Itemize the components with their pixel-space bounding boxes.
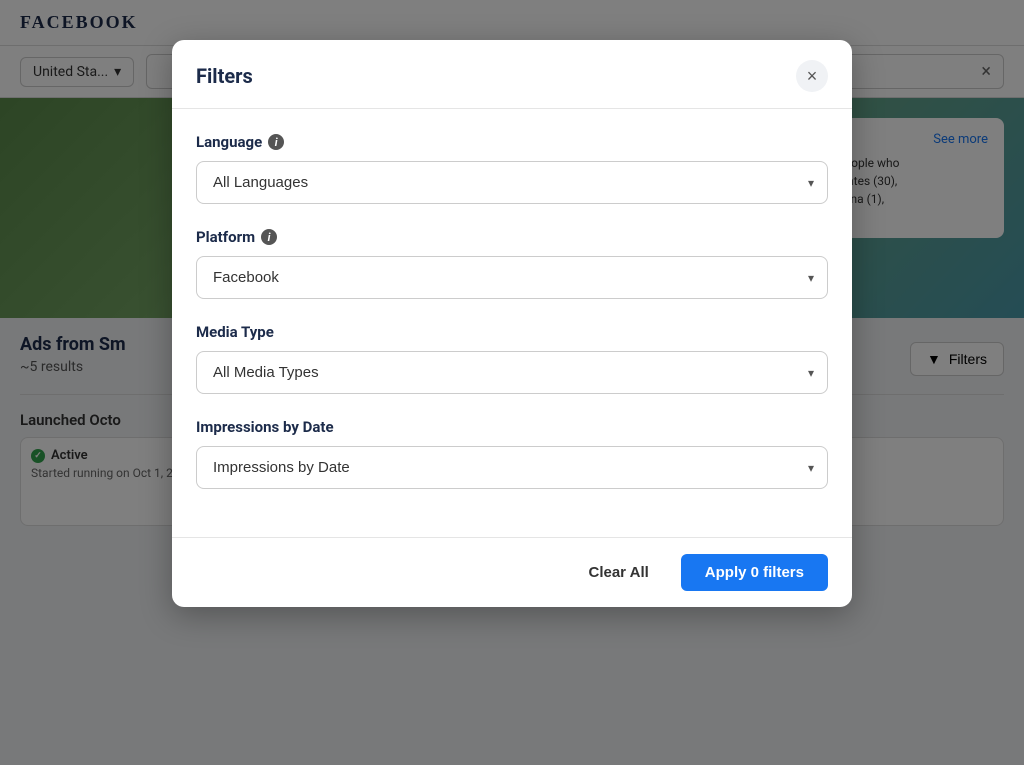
media-type-select[interactable]: All Media Types Image Video Carousel Col… <box>196 351 828 394</box>
media-type-select-wrapper: All Media Types Image Video Carousel Col… <box>196 351 828 394</box>
modal-footer: Clear All Apply 0 filters <box>172 537 852 607</box>
modal-header: Filters × <box>172 40 852 109</box>
filters-modal: Filters × Language i All Languages Engli… <box>172 40 852 607</box>
impressions-filter-section: Impressions by Date Impressions by Date … <box>196 418 828 489</box>
clear-all-button[interactable]: Clear All <box>568 554 668 591</box>
modal-overlay: Filters × Language i All Languages Engli… <box>0 0 1024 765</box>
platform-select-wrapper: Facebook Instagram Messenger Audience Ne… <box>196 256 828 299</box>
language-label: Language i <box>196 133 828 151</box>
impressions-label: Impressions by Date <box>196 418 828 436</box>
impressions-select[interactable]: Impressions by Date Last 7 days Last 30 … <box>196 446 828 489</box>
modal-body: Language i All Languages English Spanish… <box>172 109 852 537</box>
modal-close-button[interactable]: × <box>796 60 828 92</box>
language-filter-section: Language i All Languages English Spanish… <box>196 133 828 204</box>
platform-filter-section: Platform i Facebook Instagram Messenger … <box>196 228 828 299</box>
platform-select[interactable]: Facebook Instagram Messenger Audience Ne… <box>196 256 828 299</box>
modal-title: Filters <box>196 64 253 88</box>
media-type-label: Media Type <box>196 323 828 341</box>
platform-info-icon[interactable]: i <box>261 229 277 245</box>
language-select-wrapper: All Languages English Spanish French Ger… <box>196 161 828 204</box>
media-type-filter-section: Media Type All Media Types Image Video C… <box>196 323 828 394</box>
apply-filters-button[interactable]: Apply 0 filters <box>681 554 828 591</box>
language-select[interactable]: All Languages English Spanish French Ger… <box>196 161 828 204</box>
language-info-icon[interactable]: i <box>268 134 284 150</box>
platform-label: Platform i <box>196 228 828 246</box>
impressions-select-wrapper: Impressions by Date Last 7 days Last 30 … <box>196 446 828 489</box>
